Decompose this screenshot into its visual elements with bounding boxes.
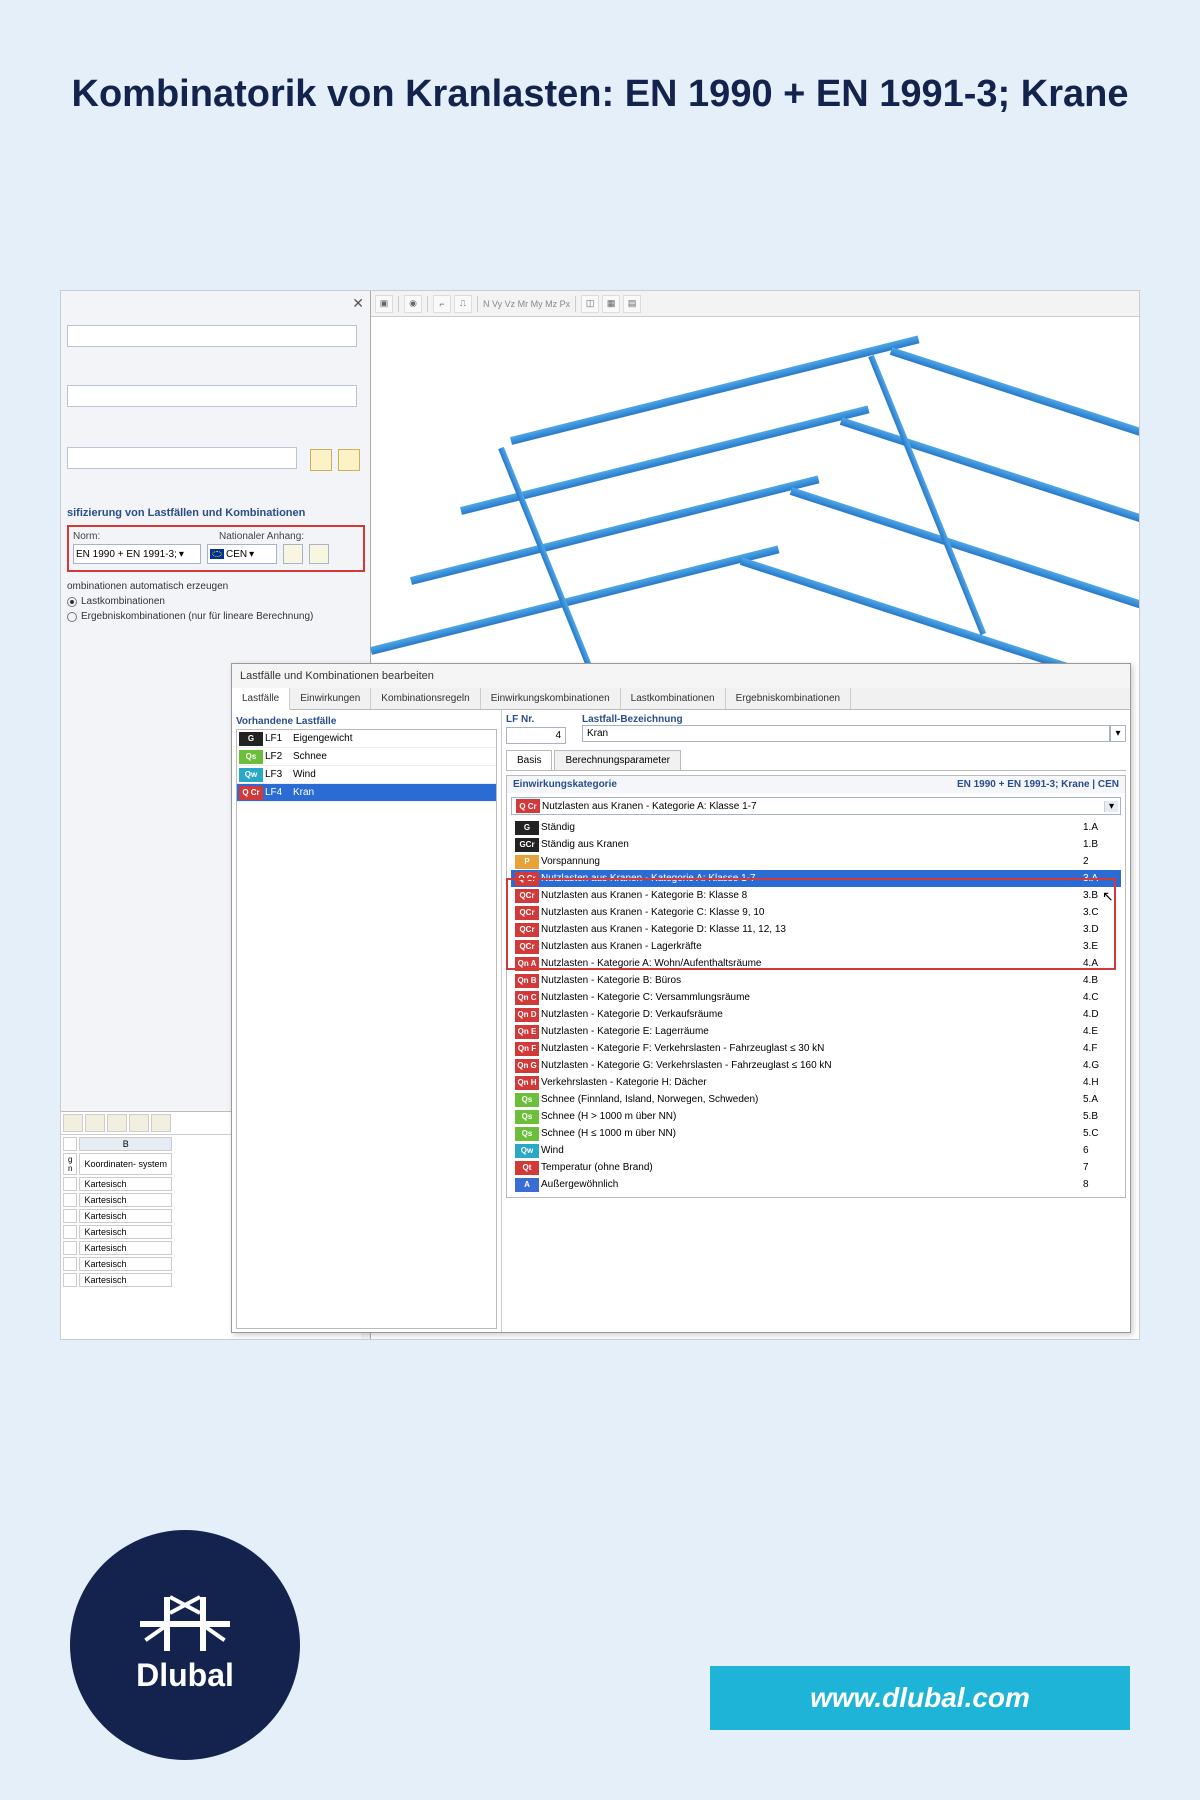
panel-btn-2[interactable]: [338, 449, 360, 471]
url-box[interactable]: www.dlubal.com: [710, 1666, 1130, 1730]
input-1[interactable]: [67, 325, 357, 347]
tb-btn[interactable]: ▣: [375, 295, 393, 313]
brand-name: Dlubal: [136, 1657, 234, 1694]
category-row[interactable]: Qn DNutzlasten - Kategorie D: Verkaufsrä…: [511, 1006, 1121, 1023]
radio-lastkombinationen[interactable]: Lastkombinationen: [67, 596, 313, 607]
chevron-down-icon[interactable]: ▾: [1104, 801, 1118, 812]
eu-flag-icon: [210, 549, 224, 559]
dialog-tabs: LastfälleEinwirkungenKombinationsregelnE…: [232, 688, 1130, 710]
annex-btn-2[interactable]: [309, 544, 329, 564]
detail-subtabs: Basis Berechnungsparameter: [506, 750, 1126, 771]
category-row[interactable]: QsSchnee (Finnland, Island, Norwegen, Sc…: [511, 1091, 1121, 1108]
tb-btn[interactable]: ▦: [602, 295, 620, 313]
dialog-tab[interactable]: Lastfälle: [232, 688, 290, 710]
loadcase-dialog: Lastfälle und Kombinationen bearbeiten L…: [231, 663, 1131, 1333]
dialog-tab[interactable]: Kombinationsregeln: [371, 688, 480, 709]
category-row[interactable]: AAußergewöhnlich8: [511, 1176, 1121, 1193]
brand-logo: Dlubal: [70, 1530, 300, 1760]
category-row[interactable]: QCrNutzlasten aus Kranen - Kategorie C: …: [511, 904, 1121, 921]
norm-group: Norm: Nationaler Anhang: EN 1990 + EN 19…: [67, 525, 365, 572]
tb-btn[interactable]: ▤: [623, 295, 641, 313]
tb-btn[interactable]: ◫: [581, 295, 599, 313]
grid-btn-4[interactable]: [129, 1114, 149, 1132]
norm-select[interactable]: EN 1990 + EN 1991-3;▾: [73, 544, 201, 564]
category-row[interactable]: QCrNutzlasten aus Kranen - Kategorie D: …: [511, 921, 1121, 938]
dialog-tab[interactable]: Lastkombinationen: [621, 688, 726, 709]
cat-select-badge: Q Cr: [516, 799, 540, 813]
lf-list-header: Vorhandene Lastfälle: [236, 714, 497, 729]
norm-label: Norm:: [73, 531, 213, 542]
category-dropdown-list[interactable]: GStändig1.AGCrStändig aus Kranen1.BPVors…: [511, 819, 1121, 1193]
dialog-title: Lastfälle und Kombinationen bearbeiten: [232, 664, 1130, 688]
category-row[interactable]: Qn HVerkehrslasten - Kategorie H: Dächer…: [511, 1074, 1121, 1091]
section-classify-label: sifizierung von Lastfällen und Kombinati…: [67, 507, 305, 519]
category-row[interactable]: GStändig1.A: [511, 819, 1121, 836]
app-screenshot: ✕ sifizierung von Lastfällen und Kombina…: [60, 290, 1140, 1340]
bridge-icon: [140, 1597, 230, 1651]
grid-btn-5[interactable]: [151, 1114, 171, 1132]
lf-name-label: Lastfall-Bezeichnung: [582, 714, 1126, 725]
dialog-tab[interactable]: Ergebniskombinationen: [726, 688, 852, 709]
input-3[interactable]: [67, 447, 297, 469]
model-canvas[interactable]: [371, 317, 1139, 697]
category-row[interactable]: QtTemperatur (ohne Brand)7: [511, 1159, 1121, 1176]
subtab-basis[interactable]: Basis: [506, 750, 552, 770]
lf-nr-label: LF Nr.: [506, 714, 566, 725]
lf-nr-input[interactable]: [506, 727, 566, 744]
close-icon[interactable]: ✕: [352, 295, 364, 312]
cat-context: EN 1990 + EN 1991-3; Krane | CEN: [957, 779, 1119, 790]
category-row[interactable]: Q CrNutzlasten aus Kranen - Kategorie A:…: [511, 870, 1121, 887]
page-title: Kombinatorik von Kranlasten: EN 1990 + E…: [0, 0, 1200, 159]
annex-select[interactable]: CEN▾: [207, 544, 277, 564]
dialog-tab[interactable]: Einwirkungen: [290, 688, 371, 709]
lf-name-input[interactable]: [582, 725, 1110, 742]
tb-btn[interactable]: ◉: [404, 295, 422, 313]
category-row[interactable]: QwWind6: [511, 1142, 1121, 1159]
category-row[interactable]: Qn GNutzlasten - Kategorie G: Verkehrsla…: [511, 1057, 1121, 1074]
panel-btn-1[interactable]: [310, 449, 332, 471]
tb-btn[interactable]: ⌐: [433, 295, 451, 313]
category-row[interactable]: Qn FNutzlasten - Kategorie F: Verkehrsla…: [511, 1040, 1121, 1057]
lf-list[interactable]: GLF1EigengewichtQsLF2SchneeQwLF3WindQ Cr…: [236, 729, 497, 1329]
input-2[interactable]: [67, 385, 357, 407]
subtab-berechnung[interactable]: Berechnungsparameter: [554, 750, 681, 770]
lf-row[interactable]: Q CrLF4Kran: [237, 784, 496, 802]
cat-select[interactable]: Q Cr Nutzlasten aus Kranen - Kategorie A…: [511, 797, 1121, 815]
auto-create-section: ombinationen automatisch erzeugen Lastko…: [67, 581, 313, 622]
dialog-tab[interactable]: Einwirkungskombinationen: [481, 688, 621, 709]
category-row[interactable]: QsSchnee (H > 1000 m über NN)5.B: [511, 1108, 1121, 1125]
grid-btn-3[interactable]: [107, 1114, 127, 1132]
radio-ergebniskombinationen[interactable]: Ergebniskombinationen (nur für lineare B…: [67, 611, 313, 622]
category-row[interactable]: Qn BNutzlasten - Kategorie B: Büros4.B: [511, 972, 1121, 989]
cat-label: Einwirkungskategorie: [513, 779, 617, 790]
grid-btn-1[interactable]: [63, 1114, 83, 1132]
category-row[interactable]: PVorspannung2: [511, 853, 1121, 870]
grid-btn-2[interactable]: [85, 1114, 105, 1132]
lf-name-dd[interactable]: ▾: [1110, 725, 1126, 742]
tb-btn[interactable]: ⎍: [454, 295, 472, 313]
lf-row[interactable]: QsLF2Schnee: [237, 748, 496, 766]
category-row[interactable]: GCrStändig aus Kranen1.B: [511, 836, 1121, 853]
category-row[interactable]: Qn ANutzlasten - Kategorie A: Wohn/Aufen…: [511, 955, 1121, 972]
category-row[interactable]: QsSchnee (H ≤ 1000 m über NN)5.C: [511, 1125, 1121, 1142]
annex-btn-1[interactable]: [283, 544, 303, 564]
category-row[interactable]: QCrNutzlasten aus Kranen - Kategorie B: …: [511, 887, 1121, 904]
loadcase-detail-panel: LF Nr. Lastfall-Bezeichnung ▾ Basis Bere…: [502, 710, 1130, 1332]
annex-label: Nationaler Anhang:: [219, 531, 359, 542]
lf-row[interactable]: QwLF3Wind: [237, 766, 496, 784]
panel-icon-buttons: [310, 449, 360, 471]
coord-table: B gnKoordinaten- system Kartesisch Karte…: [61, 1135, 174, 1289]
toolbar: ▣ ◉ ⌐ ⎍ N Vy Vz Mr My Mz Px ◫ ▦ ▤: [371, 291, 1139, 317]
category-row[interactable]: QCrNutzlasten aus Kranen - Lagerkräfte3.…: [511, 938, 1121, 955]
loadcase-list-panel: Vorhandene Lastfälle GLF1EigengewichtQsL…: [232, 710, 502, 1332]
cursor-icon: ↖: [1102, 888, 1114, 905]
category-row[interactable]: Qn ENutzlasten - Kategorie E: Lagerräume…: [511, 1023, 1121, 1040]
category-area: Einwirkungskategorie EN 1990 + EN 1991-3…: [506, 775, 1126, 1198]
lf-row[interactable]: GLF1Eigengewicht: [237, 730, 496, 748]
category-row[interactable]: Qn CNutzlasten - Kategorie C: Versammlun…: [511, 989, 1121, 1006]
footer: Dlubal www.dlubal.com: [0, 1600, 1200, 1800]
